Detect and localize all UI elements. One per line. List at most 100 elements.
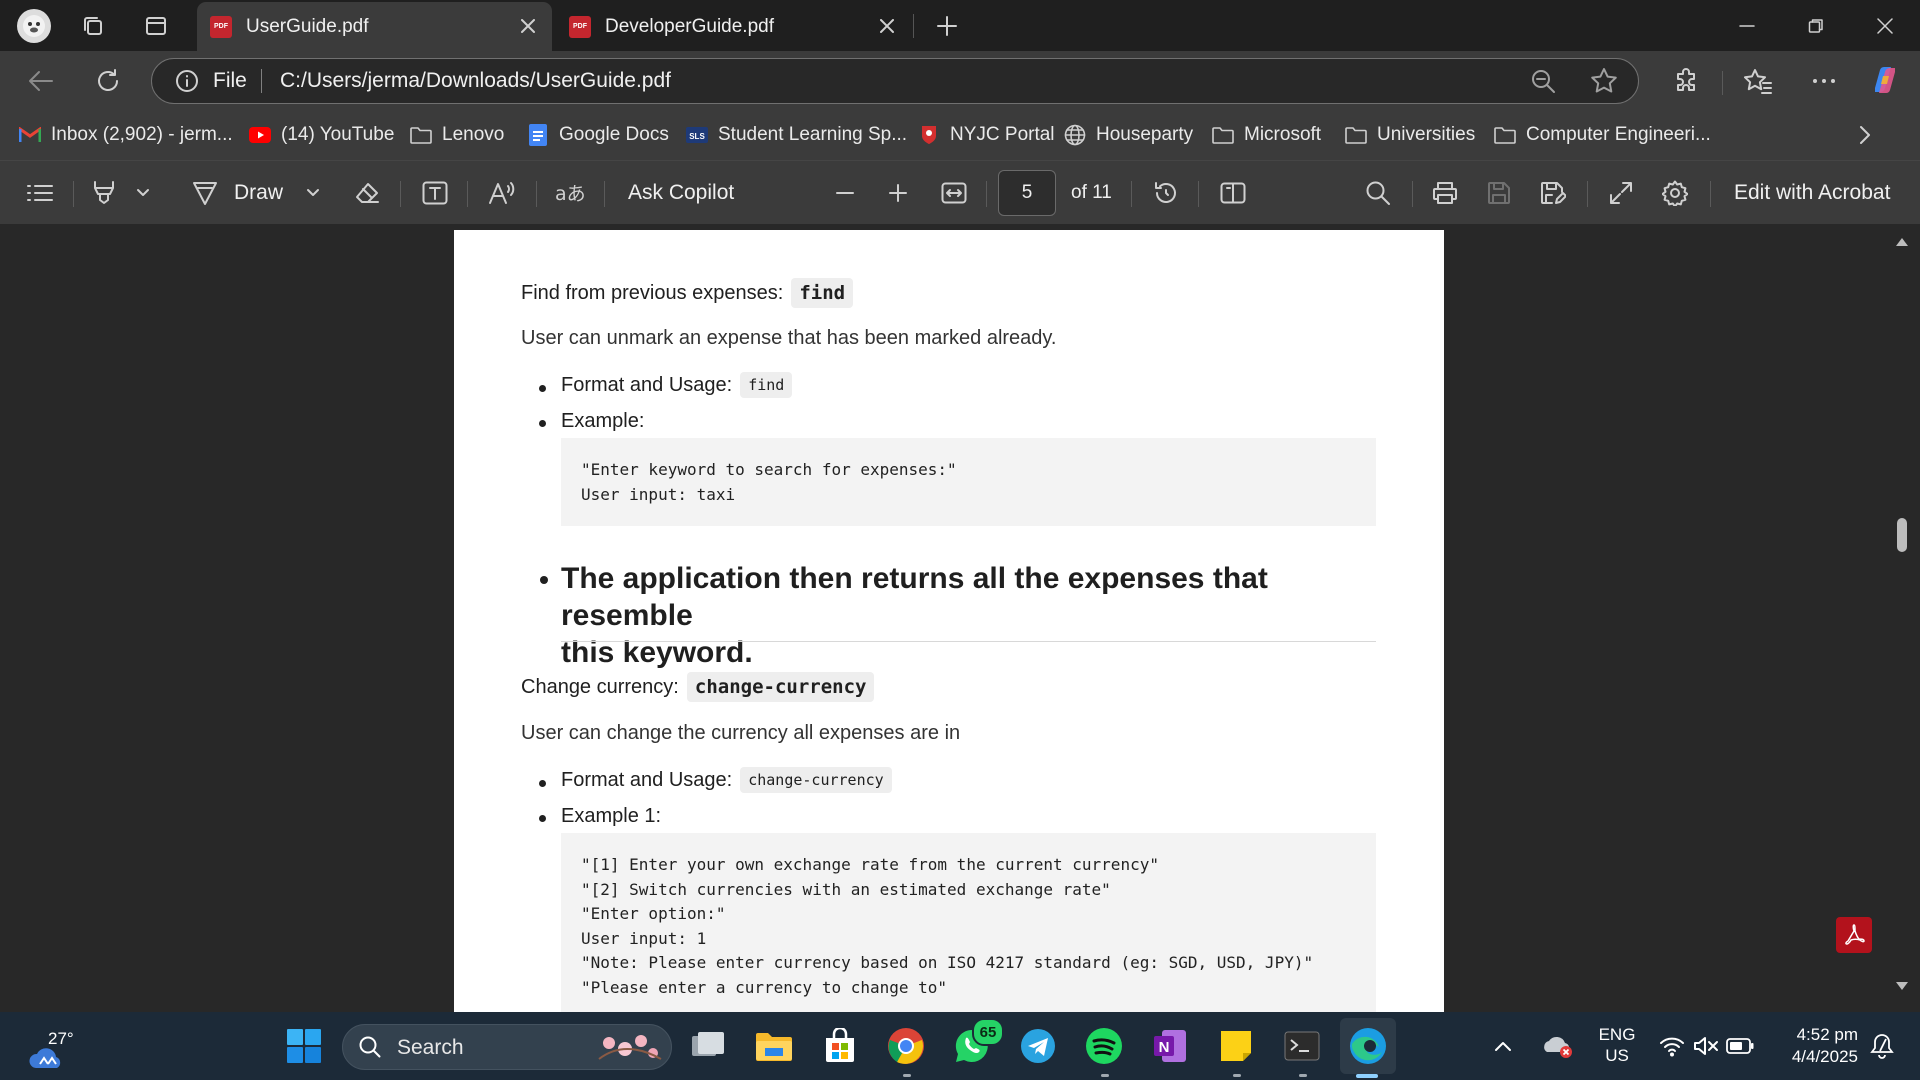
bookmarks-overflow-button[interactable] — [1858, 121, 1872, 149]
more-button[interactable] — [1806, 63, 1842, 99]
telegram-button[interactable] — [1016, 1024, 1060, 1068]
clock[interactable]: 4:52 pm 4/4/2025 — [1776, 1024, 1858, 1070]
minimize-button[interactable] — [1713, 0, 1781, 51]
bookmarks-bar: Inbox (2,902) - jerm... (14) YouTube Len… — [0, 110, 1920, 160]
bookmark-universities[interactable]: Universities — [1345, 121, 1475, 149]
terminal-button[interactable] — [1280, 1024, 1324, 1068]
profile-avatar[interactable] — [17, 9, 51, 43]
rotate-button[interactable] — [1148, 174, 1184, 212]
bullet — [539, 385, 546, 392]
favorite-button[interactable] — [1590, 67, 1618, 95]
add-text-button[interactable] — [417, 174, 453, 212]
scroll-up-icon[interactable] — [1892, 232, 1912, 252]
show-hidden-icons-button[interactable] — [1488, 1024, 1518, 1068]
edge-button[interactable] — [1340, 1018, 1396, 1074]
vertical-scrollbar[interactable] — [1892, 224, 1912, 1012]
weather-widget[interactable]: 27° — [24, 1020, 84, 1072]
page-view-button[interactable] — [1215, 174, 1251, 212]
pdf-icon: PDF — [569, 15, 591, 38]
notifications-button[interactable] — [1866, 1024, 1898, 1068]
bookmark-youtube[interactable]: (14) YouTube — [249, 121, 394, 149]
workspaces-button[interactable] — [78, 11, 108, 41]
draw-icon — [193, 182, 217, 205]
wifi-indicator[interactable] — [1654, 1024, 1690, 1068]
site-info-icon[interactable] — [175, 69, 199, 93]
bullet — [539, 780, 546, 787]
bookmark-google-docs[interactable]: Google Docs — [527, 121, 669, 149]
running-indicator — [1101, 1074, 1109, 1077]
print-button[interactable] — [1427, 174, 1463, 212]
draw-options-dropdown[interactable] — [300, 174, 326, 212]
draw-button[interactable]: Draw — [234, 174, 283, 212]
bookmark-sls[interactable]: SLS Student Learning Sp... — [686, 121, 907, 149]
copilot-button[interactable] — [1867, 62, 1903, 98]
toolbar-separator — [1131, 181, 1132, 207]
refresh-button[interactable] — [90, 63, 126, 99]
full-screen-button[interactable] — [1603, 174, 1639, 212]
translate-button[interactable]: aあ — [552, 174, 588, 212]
zoom-in-button[interactable] — [882, 174, 914, 212]
bookmark-computer-engineering[interactable]: Computer Engineeri... — [1494, 121, 1711, 149]
sticky-notes-button[interactable] — [1214, 1024, 1258, 1068]
window-close-button[interactable] — [1851, 0, 1919, 51]
page-number-input[interactable]: 5 — [998, 170, 1056, 216]
zoom-out-button[interactable] — [829, 174, 861, 212]
tab-userguide[interactable]: PDF UserGuide.pdf — [197, 2, 552, 51]
bookmark-lenovo[interactable]: Lenovo — [410, 121, 504, 149]
bookmark-gmail[interactable]: Inbox (2,902) - jerm... — [19, 121, 233, 149]
new-tab-button[interactable] — [932, 11, 962, 41]
tab-developerguide[interactable]: PDF DeveloperGuide.pdf — [556, 2, 911, 51]
chrome-button[interactable] — [884, 1024, 928, 1068]
fit-to-width-button[interactable] — [936, 174, 972, 212]
folder-icon — [1345, 125, 1367, 145]
onedrive-button[interactable] — [1538, 1024, 1578, 1068]
bookmark-microsoft[interactable]: Microsoft — [1212, 121, 1321, 149]
contents-button[interactable] — [22, 174, 58, 212]
microsoft-store-button[interactable] — [818, 1024, 862, 1068]
zoom-out-indicator[interactable] — [1530, 68, 1556, 94]
tab-actions-icon — [146, 17, 166, 35]
volume-indicator[interactable] — [1688, 1024, 1724, 1068]
acrobat-float-button[interactable] — [1836, 917, 1872, 953]
battery-indicator[interactable] — [1722, 1024, 1758, 1068]
highlight-options-dropdown[interactable] — [130, 174, 156, 212]
edit-with-acrobat-button[interactable]: Edit with Acrobat — [1734, 174, 1890, 212]
close-tab-button[interactable] — [516, 14, 540, 38]
close-tab-button[interactable] — [875, 14, 899, 38]
settings-button[interactable] — [1657, 174, 1693, 212]
bookmark-nyjc[interactable]: NYJC Portal — [918, 121, 1055, 149]
file-explorer-button[interactable] — [752, 1024, 796, 1068]
pdf-viewer[interactable]: Find from previous expenses: find User c… — [0, 224, 1920, 1012]
toolbar-separator — [1412, 181, 1413, 207]
favorites-button[interactable] — [1740, 63, 1776, 99]
start-button[interactable] — [282, 1024, 326, 1068]
code-line: "Please enter a currency to change to" — [581, 977, 948, 997]
tab-actions-button[interactable] — [141, 11, 171, 41]
bookmark-houseparty[interactable]: Houseparty — [1064, 121, 1193, 149]
language-indicator[interactable]: ENG US — [1596, 1024, 1638, 1070]
save-as-button[interactable] — [1535, 174, 1571, 212]
erase-button[interactable] — [350, 174, 384, 212]
scroll-down-icon[interactable] — [1892, 976, 1912, 996]
onenote-button[interactable]: N — [1148, 1024, 1192, 1068]
ask-copilot-button[interactable]: Ask Copilot — [628, 174, 734, 212]
onenote-icon: N — [1154, 1030, 1186, 1062]
highlight-button[interactable] — [86, 174, 122, 212]
whatsapp-button[interactable]: 65 — [950, 1018, 1004, 1068]
task-view-button[interactable] — [686, 1024, 730, 1068]
read-aloud-button[interactable] — [484, 174, 520, 212]
wifi-icon — [1660, 1037, 1684, 1057]
save-button[interactable] — [1481, 174, 1517, 212]
scroll-thumb[interactable] — [1897, 518, 1907, 552]
url-text[interactable]: C:/Users/jerma/Downloads/UserGuide.pdf — [280, 69, 671, 93]
back-button[interactable] — [23, 63, 59, 99]
draw-tool-icon-button[interactable] — [190, 174, 220, 212]
restore-button[interactable] — [1782, 0, 1850, 51]
spotify-button[interactable] — [1082, 1024, 1126, 1068]
battery-icon — [1726, 1038, 1754, 1054]
address-bar[interactable]: File C:/Users/jerma/Downloads/UserGuide.… — [151, 58, 1639, 104]
code-line: User input: taxi — [581, 484, 736, 504]
extensions-button[interactable] — [1668, 63, 1704, 99]
taskbar-search[interactable]: Search — [342, 1024, 672, 1070]
find-button[interactable] — [1360, 174, 1396, 212]
